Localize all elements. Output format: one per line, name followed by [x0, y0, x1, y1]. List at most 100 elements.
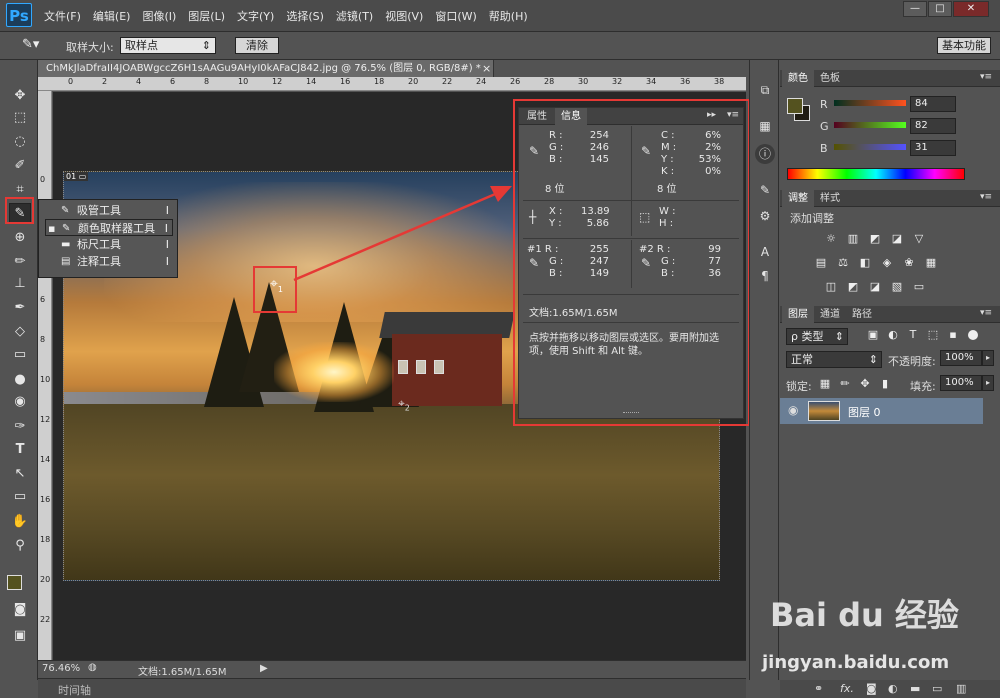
- color-spectrum-bar[interactable]: [787, 168, 965, 180]
- flyout-item-color-sampler[interactable]: ▪ ✎ 颜色取样器工具 I: [45, 219, 173, 236]
- blend-mode-dropdown[interactable]: 正常 ⇕: [786, 351, 882, 368]
- visibility-eye-icon[interactable]: ◉: [788, 403, 798, 417]
- filter-type-icon[interactable]: T: [906, 328, 920, 342]
- filter-adjustment-icon[interactable]: ◐: [886, 328, 900, 342]
- filter-shape-icon[interactable]: ⬚: [926, 328, 940, 342]
- channel-mixer-icon[interactable]: ❀: [902, 256, 916, 270]
- opacity-arrow-icon[interactable]: ▸: [982, 350, 994, 366]
- tab-color[interactable]: 颜色: [782, 70, 814, 87]
- fx-icon[interactable]: fx.: [840, 682, 854, 695]
- color-sampler-tool-preset-icon[interactable]: ✎▾: [22, 37, 39, 52]
- shape-tool-icon[interactable]: ▭: [9, 487, 31, 507]
- flyout-item-note[interactable]: ▤ 注释工具 I: [45, 253, 173, 270]
- menu-filter[interactable]: 滤镜(T): [336, 8, 373, 24]
- character-icon[interactable]: A: [755, 242, 775, 262]
- posterize-icon[interactable]: ◩: [846, 280, 860, 294]
- pen-tool-icon[interactable]: ✑: [9, 417, 31, 437]
- panel-menu-icon[interactable]: ▾≡: [980, 192, 992, 202]
- brightness-icon[interactable]: ☼: [824, 232, 838, 246]
- curves-icon[interactable]: ◩: [868, 232, 882, 246]
- b-channel-value[interactable]: 31: [910, 140, 956, 156]
- color-balance-icon[interactable]: ⚖: [836, 256, 850, 270]
- info-icon[interactable]: ⓘ: [755, 144, 775, 164]
- panel-menu-icon[interactable]: ▾≡: [980, 308, 992, 318]
- tab-adjustments[interactable]: 调整: [782, 190, 814, 207]
- timeline-label[interactable]: 时间轴: [58, 682, 91, 698]
- eraser-tool-icon[interactable]: ◇: [9, 322, 31, 342]
- menu-view[interactable]: 视图(V): [385, 8, 423, 24]
- menu-image[interactable]: 图像(I): [142, 8, 176, 24]
- brush-preset-icon[interactable]: ✎: [755, 180, 775, 200]
- ruler-vertical[interactable]: 0 2 4 6 8 10 12 14 16 18 20 22: [38, 91, 52, 660]
- lock-all-icon[interactable]: ▮: [878, 377, 892, 391]
- foreground-color-swatch[interactable]: [7, 575, 22, 590]
- lasso-tool-icon[interactable]: ◌: [9, 132, 31, 152]
- screen-mode-icon[interactable]: ▣: [9, 626, 31, 646]
- photo-filter-icon[interactable]: ◈: [880, 256, 894, 270]
- flyout-item-eyedropper[interactable]: ✎ 吸管工具 I: [45, 202, 173, 219]
- lock-transparent-icon[interactable]: ▦: [818, 377, 832, 391]
- histogram-icon[interactable]: ▦: [755, 116, 775, 136]
- quick-select-tool-icon[interactable]: ✐: [9, 156, 31, 176]
- menu-select[interactable]: 选择(S): [286, 8, 324, 24]
- move-tool-icon[interactable]: ✥: [9, 86, 31, 106]
- marquee-tool-icon[interactable]: ⬚: [9, 108, 31, 128]
- vibrance-icon[interactable]: ▽: [912, 232, 926, 246]
- path-select-tool-icon[interactable]: ↖: [9, 464, 31, 484]
- layer-name[interactable]: 图层 0: [848, 404, 881, 420]
- type-tool-icon[interactable]: T: [9, 440, 31, 460]
- panel-menu-icon[interactable]: ▾≡: [727, 110, 739, 120]
- history-brush-icon[interactable]: ✒: [9, 298, 31, 318]
- filter-toggle-icon[interactable]: [968, 330, 978, 340]
- collapse-panel-icon[interactable]: ▸▸: [707, 110, 716, 120]
- close-document-icon[interactable]: ×: [482, 60, 491, 77]
- stamp-tool-icon[interactable]: ⊥: [9, 274, 31, 294]
- tab-layers[interactable]: 图层: [782, 306, 814, 323]
- paragraph-icon[interactable]: ¶: [755, 266, 775, 286]
- blur-tool-icon[interactable]: ●: [9, 370, 31, 390]
- tab-styles[interactable]: 样式: [814, 190, 846, 207]
- dodge-tool-icon[interactable]: ◉: [9, 392, 31, 412]
- exposure-icon[interactable]: ◪: [890, 232, 904, 246]
- lock-pixels-icon[interactable]: ✏: [838, 377, 852, 391]
- opacity-input[interactable]: 100%: [940, 350, 982, 366]
- add-mask-icon[interactable]: ◙: [866, 682, 877, 695]
- new-group-icon[interactable]: ▬: [910, 682, 920, 695]
- g-channel-value[interactable]: 82: [910, 118, 956, 134]
- selective-color-icon[interactable]: ▧: [890, 280, 904, 294]
- lock-position-icon[interactable]: ✥: [858, 377, 872, 391]
- zoom-level[interactable]: 76.46%: [42, 663, 80, 674]
- threshold-icon[interactable]: ◪: [868, 280, 882, 294]
- workspace-button[interactable]: 基本功能: [937, 37, 991, 54]
- quick-mask-icon[interactable]: ◙: [9, 600, 31, 620]
- menu-edit[interactable]: 编辑(E): [93, 8, 131, 24]
- menu-file[interactable]: 文件(F): [44, 8, 81, 24]
- tab-channels[interactable]: 通道: [814, 306, 846, 323]
- tab-info[interactable]: 信息: [555, 108, 587, 125]
- hand-tool-icon[interactable]: ✋: [9, 512, 31, 532]
- close-window-button[interactable]: ✕: [953, 1, 989, 17]
- layer-filter-dropdown[interactable]: ρ 类型 ⇕: [786, 328, 848, 345]
- delete-layer-icon[interactable]: ▥: [956, 682, 966, 695]
- filter-smart-icon[interactable]: ▪: [946, 328, 960, 342]
- menu-type[interactable]: 文字(Y): [237, 8, 274, 24]
- minimize-button[interactable]: —: [903, 1, 927, 17]
- zoom-tool-icon[interactable]: ⚲: [9, 536, 31, 556]
- gradient-map-icon[interactable]: ▭: [912, 280, 926, 294]
- color-lookup-icon[interactable]: ▦: [924, 256, 938, 270]
- color-sampler-2-marker[interactable]: ⌖2: [398, 396, 410, 412]
- ruler-horizontal[interactable]: 0 2 4 6 8 10 12 14 16 18 20 22 24 26 28 …: [38, 77, 746, 91]
- invert-icon[interactable]: ◫: [824, 280, 838, 294]
- brush-tool-icon[interactable]: ✏: [9, 252, 31, 272]
- tab-swatches[interactable]: 色板: [814, 70, 846, 87]
- gradient-tool-icon[interactable]: ▭: [9, 345, 31, 365]
- menu-window[interactable]: 窗口(W): [435, 8, 476, 24]
- menu-layer[interactable]: 图层(L): [188, 8, 225, 24]
- tab-paths[interactable]: 路径: [846, 306, 878, 323]
- maximize-button[interactable]: □: [928, 1, 952, 17]
- r-channel-value[interactable]: 84: [910, 96, 956, 112]
- resize-grip-icon[interactable]: [623, 412, 639, 415]
- tool-presets-icon[interactable]: ⚙: [755, 206, 775, 226]
- healing-tool-icon[interactable]: ⊕: [9, 228, 31, 248]
- layer-row[interactable]: ◉ 图层 0: [780, 398, 983, 424]
